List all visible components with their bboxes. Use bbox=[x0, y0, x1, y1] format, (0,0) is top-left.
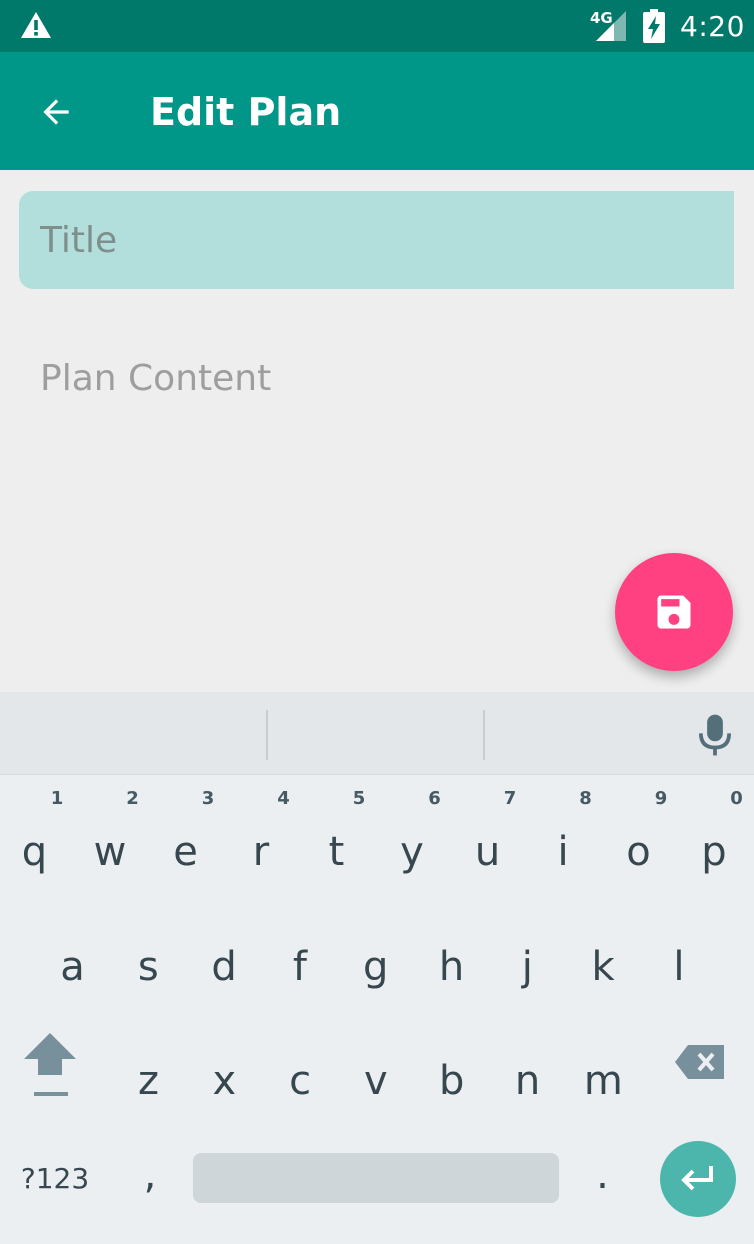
key-hint-label: 7 bbox=[503, 788, 517, 809]
key[interactable]: c bbox=[263, 1028, 338, 1128]
status-clock: 4:20 bbox=[680, 10, 745, 43]
key-hint-label: 9 bbox=[654, 788, 668, 809]
key[interactable]: j bbox=[490, 914, 565, 1014]
key[interactable]: p bbox=[677, 799, 752, 899]
key[interactable]: l bbox=[641, 914, 716, 1014]
key[interactable]: r bbox=[224, 799, 299, 899]
warning-icon bbox=[21, 12, 51, 38]
key-hint-label: 6 bbox=[428, 788, 441, 809]
key-label: i bbox=[557, 829, 569, 875]
key-label: o bbox=[626, 829, 651, 875]
key[interactable]: u bbox=[450, 799, 525, 899]
key-hint-label: 3 bbox=[201, 788, 215, 809]
key-hint-label: 5 bbox=[352, 788, 366, 809]
key-hint-label: 0 bbox=[730, 788, 743, 809]
key-label: e bbox=[173, 829, 198, 875]
back-button[interactable] bbox=[24, 80, 88, 144]
status-bar: 4G 4:20 bbox=[0, 0, 754, 52]
key-hint-label: 4 bbox=[277, 788, 290, 809]
key[interactable]: e bbox=[148, 799, 223, 899]
network-type-label: 4G bbox=[590, 9, 613, 27]
key[interactable]: y bbox=[375, 799, 450, 899]
soft-keyboard: ?123 , . q1 w 2 e3 r4 t5 y6 u7 i8 o9 p0 a s d f g h j k l z x… bbox=[0, 692, 754, 1244]
key[interactable]: s bbox=[111, 914, 186, 1014]
enter-key[interactable] bbox=[660, 1141, 736, 1217]
mic-icon bbox=[698, 714, 732, 756]
comma-key[interactable]: , bbox=[120, 1152, 180, 1212]
symbols-key[interactable]: ?123 bbox=[10, 1162, 100, 1202]
key-label: b bbox=[438, 1058, 465, 1104]
key-hint-label: 1 bbox=[50, 788, 64, 809]
key-label: k bbox=[591, 944, 615, 990]
key-label: u bbox=[474, 829, 501, 875]
shift-key[interactable] bbox=[14, 1027, 86, 1107]
key-label: p bbox=[701, 829, 727, 875]
save-button[interactable] bbox=[615, 553, 733, 671]
key-label: f bbox=[292, 944, 307, 990]
key-label: j bbox=[521, 944, 533, 990]
key-label: d bbox=[211, 944, 237, 990]
key-label: v bbox=[364, 1058, 388, 1104]
key-label: s bbox=[137, 944, 159, 990]
key[interactable]: d bbox=[187, 914, 262, 1014]
backspace-key[interactable] bbox=[668, 1030, 732, 1094]
key[interactable]: g bbox=[338, 914, 413, 1014]
key-label: n bbox=[514, 1058, 541, 1104]
key-label: g bbox=[362, 944, 389, 990]
key[interactable]: f bbox=[262, 914, 337, 1014]
title-input[interactable] bbox=[19, 191, 734, 289]
app-bar: Edit Plan bbox=[0, 52, 754, 170]
key-label: l bbox=[673, 944, 685, 990]
key[interactable]: m bbox=[566, 1028, 641, 1128]
key[interactable]: v bbox=[338, 1028, 413, 1128]
key[interactable]: k bbox=[566, 914, 641, 1014]
key[interactable]: t bbox=[299, 799, 374, 899]
key[interactable]: b bbox=[414, 1028, 489, 1128]
key-hint-label: 8 bbox=[579, 788, 592, 809]
arrow-back-icon bbox=[43, 99, 69, 125]
key-label: c bbox=[289, 1058, 312, 1104]
plan-content-input[interactable] bbox=[19, 340, 734, 540]
battery-charging-icon bbox=[643, 9, 665, 43]
strip-divider bbox=[266, 710, 268, 760]
key-label: r bbox=[252, 829, 270, 875]
key[interactable]: q bbox=[0, 799, 72, 899]
period-key[interactable]: . bbox=[575, 1152, 630, 1212]
backspace-icon bbox=[675, 1045, 724, 1079]
page-title: Edit Plan bbox=[150, 90, 342, 134]
key-label: m bbox=[583, 1058, 623, 1104]
key-label: w bbox=[93, 829, 127, 875]
save-icon bbox=[657, 595, 691, 629]
key-label: y bbox=[400, 829, 424, 875]
key-label: h bbox=[438, 944, 465, 990]
strip-divider bbox=[483, 710, 485, 760]
key-hint-label: 2 bbox=[126, 788, 139, 809]
key-label: z bbox=[138, 1058, 159, 1104]
key[interactable]: x bbox=[187, 1028, 262, 1128]
key[interactable]: n bbox=[490, 1028, 565, 1128]
key[interactable]: i bbox=[526, 799, 601, 899]
key-label: a bbox=[60, 944, 85, 990]
enter-icon bbox=[681, 1166, 713, 1191]
shift-icon bbox=[24, 1033, 76, 1096]
key[interactable]: o bbox=[601, 799, 676, 899]
voice-input-button[interactable] bbox=[690, 710, 740, 760]
key[interactable]: a bbox=[35, 914, 110, 1014]
space-key[interactable] bbox=[193, 1153, 559, 1203]
key[interactable]: h bbox=[414, 914, 489, 1014]
key[interactable]: z bbox=[111, 1028, 186, 1128]
key[interactable]: w bbox=[73, 799, 148, 899]
key-label: x bbox=[212, 1058, 237, 1104]
suggestion-strip bbox=[0, 692, 754, 775]
key-label: t bbox=[328, 829, 345, 875]
key-label: q bbox=[21, 829, 48, 875]
